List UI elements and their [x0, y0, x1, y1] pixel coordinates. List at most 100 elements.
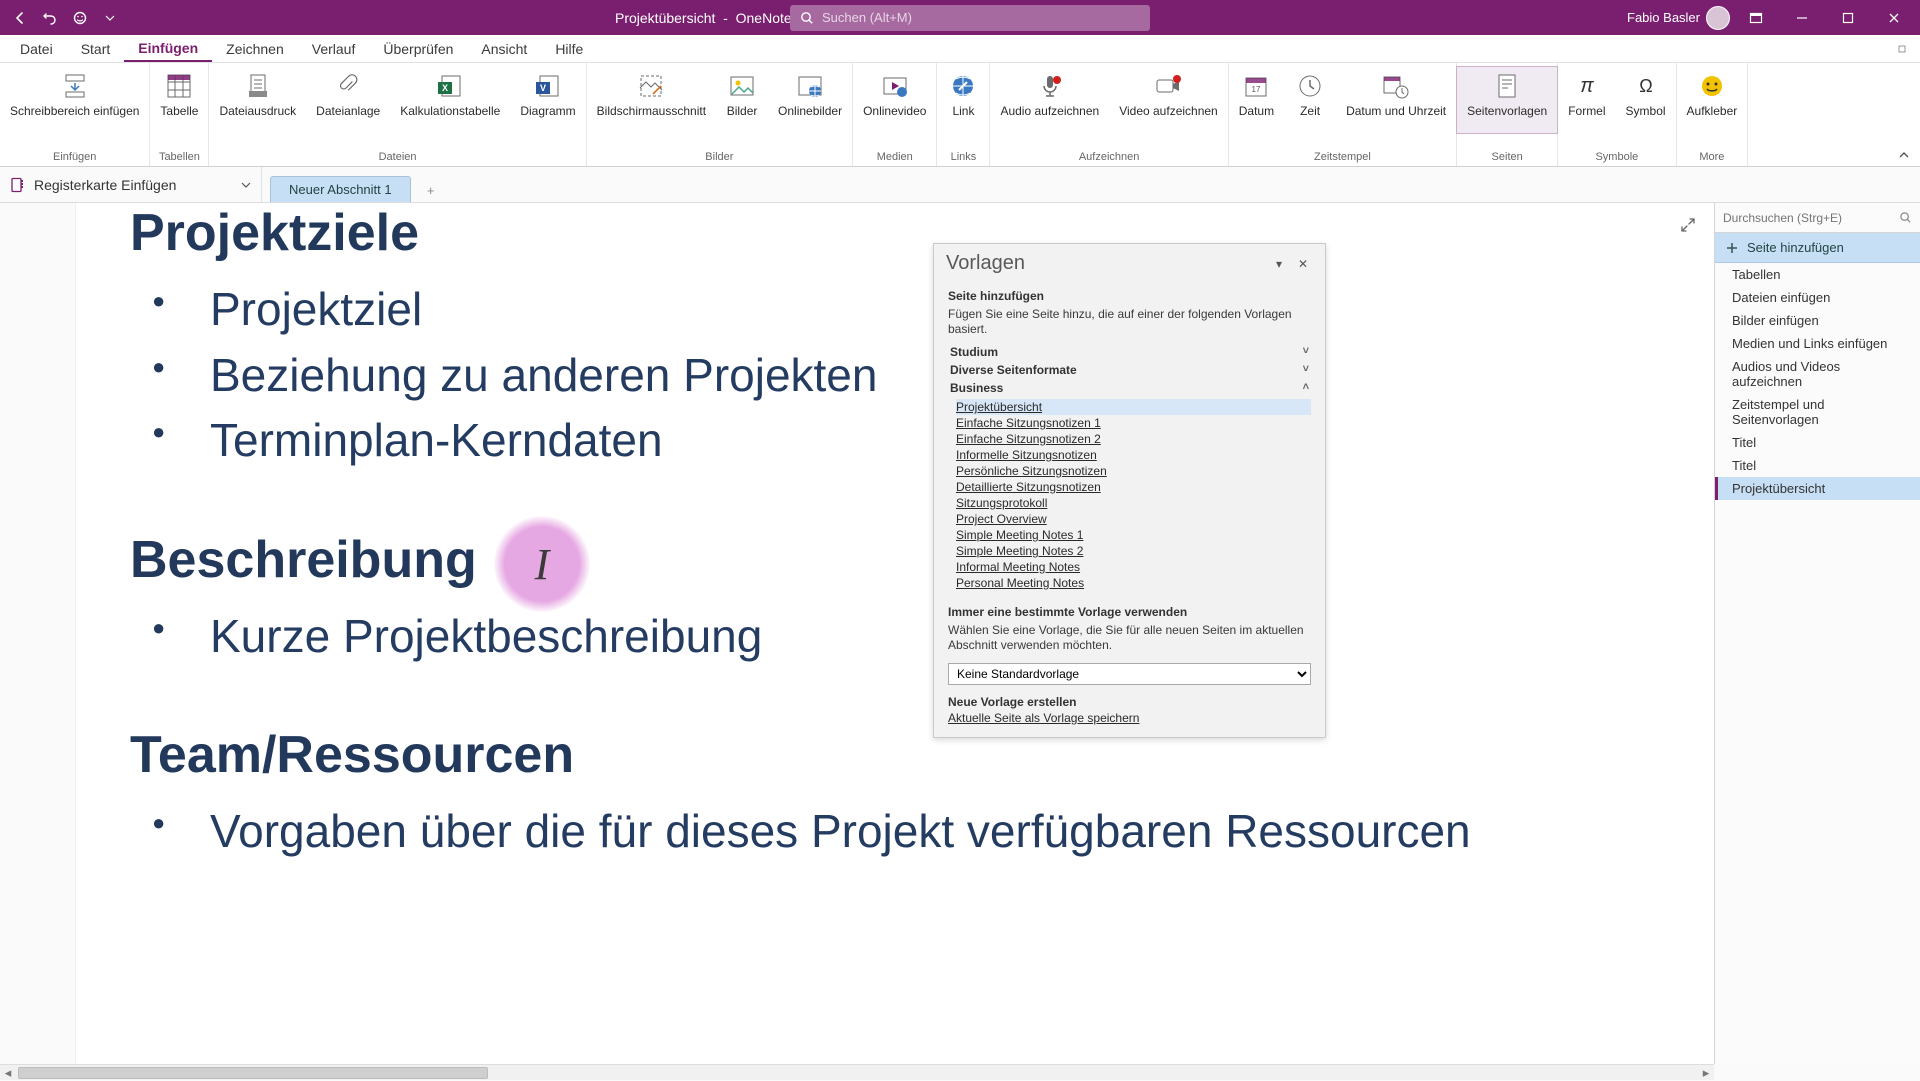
section-tabs: Neuer Abschnitt 1 +: [262, 167, 443, 202]
ribbon-btn-formel[interactable]: π Formel: [1558, 67, 1615, 133]
template-category[interactable]: Business˄: [948, 379, 1311, 397]
template-link[interactable]: Personal Meeting Notes: [956, 575, 1311, 591]
ribbon-group-label: Aufzeichnen: [1079, 149, 1140, 166]
ribbon-btn-dateianlage[interactable]: Dateianlage: [306, 67, 390, 133]
menu-item-ansicht[interactable]: Ansicht: [467, 35, 541, 62]
page-canvas[interactable]: Projektziele ProjektzielBeziehung zu and…: [0, 203, 1714, 1064]
ribbon-btn-audio-aufzeichnen[interactable]: Audio aufzeichnen: [990, 67, 1109, 133]
ribbon-collapse-button[interactable]: [1888, 63, 1920, 166]
search-box[interactable]: [790, 5, 1150, 31]
menu-item-überprüfen[interactable]: Überprüfen: [369, 35, 467, 62]
undo-button[interactable]: [36, 4, 64, 32]
list-item[interactable]: Vorgaben über die für dieses Projekt ver…: [210, 803, 1714, 861]
maximize-button[interactable]: [1828, 4, 1868, 32]
user-account[interactable]: Fabio Basler: [1627, 6, 1730, 30]
templates-close-button[interactable]: ✕: [1291, 257, 1315, 271]
page-list-item[interactable]: Dateien einfügen: [1715, 286, 1920, 309]
qat-customize[interactable]: [96, 4, 124, 32]
template-link[interactable]: Detaillierte Sitzungsnotizen: [956, 479, 1311, 495]
touch-mode-button[interactable]: [66, 4, 94, 32]
page-list-item[interactable]: Bilder einfügen: [1715, 309, 1920, 332]
template-category[interactable]: Diverse Seitenformate˅: [948, 361, 1311, 379]
section-tab[interactable]: Neuer Abschnitt 1: [270, 176, 411, 202]
add-page-label: Seite hinzufügen: [1747, 240, 1844, 255]
ribbon-btn-aufkleber[interactable]: Aufkleber: [1677, 67, 1748, 133]
link-icon: [949, 69, 977, 103]
page-body[interactable]: Projektziele ProjektzielBeziehung zu and…: [130, 203, 1714, 1064]
close-button[interactable]: [1874, 4, 1914, 32]
add-page-button[interactable]: Seite hinzufügen: [1715, 233, 1920, 263]
ribbon-group-label: Symbole: [1595, 149, 1638, 166]
ribbon-btn-onlinebilder[interactable]: Onlinebilder: [768, 67, 852, 133]
default-template-select[interactable]: Keine Standardvorlage: [948, 663, 1311, 685]
page-search[interactable]: [1715, 203, 1920, 233]
ribbon-btn-zeit[interactable]: Zeit: [1284, 67, 1336, 133]
ribbon-btn-tabelle[interactable]: Tabelle: [150, 67, 208, 133]
menu-item-hilfe[interactable]: Hilfe: [541, 35, 597, 62]
seitenvorlagen-icon: [1493, 69, 1521, 103]
template-link[interactable]: Project Overview: [956, 511, 1311, 527]
minimize-button[interactable]: [1782, 4, 1822, 32]
template-category[interactable]: Studium˅: [948, 343, 1311, 361]
ribbon-group-seiten: SeitenvorlagenSeiten: [1457, 63, 1558, 166]
ribbon-btn-symbol[interactable]: ΩSymbol: [1616, 67, 1676, 133]
template-link[interactable]: Persönliche Sitzungsnotizen: [956, 463, 1311, 479]
menu-item-einfügen[interactable]: Einfügen: [124, 35, 212, 62]
ribbon-btn-label: Datum und Uhrzeit: [1346, 105, 1446, 131]
ribbon-group-label: Dateien: [379, 149, 417, 166]
scroll-right-button[interactable]: ▸: [1698, 1065, 1714, 1081]
template-link[interactable]: Informelle Sitzungsnotizen: [956, 447, 1311, 463]
back-button[interactable]: [6, 4, 34, 32]
notebook-picker[interactable]: Registerkarte Einfügen: [0, 167, 262, 202]
page-list-item[interactable]: Audios und Videos aufzeichnen: [1715, 355, 1920, 393]
ribbon-btn-label: Tabelle: [160, 105, 198, 131]
ribbon-btn-label: Formel: [1568, 105, 1605, 131]
page-list-item[interactable]: Zeitstempel und Seitenvorlagen: [1715, 393, 1920, 431]
menu-item-datei[interactable]: Datei: [6, 35, 67, 62]
video-aufzeichnen-icon: [1154, 69, 1182, 103]
ribbon-btn-onlinevideo[interactable]: Onlinevideo: [853, 67, 936, 133]
templates-always-title: Immer eine bestimmte Vorlage verwenden: [948, 605, 1311, 619]
template-link[interactable]: Simple Meeting Notes 1: [956, 527, 1311, 543]
templates-pane: Vorlagen ▾ ✕ Seite hinzufügen Fügen Sie …: [933, 243, 1326, 738]
horizontal-scrollbar[interactable]: ◂ ▸: [0, 1064, 1714, 1080]
template-link[interactable]: Projektübersicht: [956, 399, 1311, 415]
ribbon-btn-bildschirmausschnitt[interactable]: Bildschirmausschnitt: [587, 67, 716, 133]
ribbon-btn-dateiausdruck[interactable]: Dateiausdruck: [209, 67, 306, 133]
scroll-left-button[interactable]: ◂: [0, 1065, 16, 1081]
page-list-item[interactable]: Titel: [1715, 454, 1920, 477]
page-list-item[interactable]: Titel: [1715, 431, 1920, 454]
page-list-item[interactable]: Tabellen: [1715, 263, 1920, 286]
template-link[interactable]: Informal Meeting Notes: [956, 559, 1311, 575]
ribbon-btn-datum[interactable]: 17Datum: [1229, 67, 1284, 133]
svg-text:π: π: [1580, 75, 1594, 97]
page-list-item[interactable]: Medien und Links einfügen: [1715, 332, 1920, 355]
page-search-input[interactable]: [1723, 211, 1893, 225]
page-list-item[interactable]: Projektübersicht: [1715, 477, 1920, 500]
template-link[interactable]: Einfache Sitzungsnotizen 2: [956, 431, 1311, 447]
save-as-template-link[interactable]: Aktuelle Seite als Vorlage speichern: [948, 711, 1139, 725]
ribbon-btn-seitenvorlagen[interactable]: Seitenvorlagen: [1457, 67, 1557, 133]
ribbon-btn-link[interactable]: Link: [937, 67, 989, 133]
scroll-thumb[interactable]: [18, 1067, 488, 1079]
search-input[interactable]: [822, 10, 1140, 25]
menu-item-verlauf[interactable]: Verlauf: [298, 35, 370, 62]
dateianlage-icon: [334, 69, 362, 103]
menu-item-zeichnen[interactable]: Zeichnen: [212, 35, 298, 62]
add-section-button[interactable]: +: [419, 178, 443, 202]
template-link[interactable]: Einfache Sitzungsnotizen 1: [956, 415, 1311, 431]
menu-item-start[interactable]: Start: [67, 35, 125, 62]
ribbon-btn-datum-und-uhrzeit[interactable]: Datum und Uhrzeit: [1336, 67, 1456, 133]
ribbon-btn-bilder[interactable]: Bilder: [716, 67, 768, 133]
share-button[interactable]: [1884, 35, 1920, 62]
chevron-down-icon: [241, 180, 251, 190]
ribbon-btn-kalkulationstabelle[interactable]: XKalkulationstabelle: [390, 67, 510, 133]
templates-menu-button[interactable]: ▾: [1267, 257, 1291, 271]
template-link[interactable]: Sitzungsprotokoll: [956, 495, 1311, 511]
ribbon-btn-schreibbereich-einfügen[interactable]: Schreibbereich einfügen: [0, 67, 149, 133]
ribbon-btn-video-aufzeichnen[interactable]: Video aufzeichnen: [1109, 67, 1228, 133]
template-link[interactable]: Simple Meeting Notes 2: [956, 543, 1311, 559]
dateiausdruck-icon: [244, 69, 272, 103]
ribbon-btn-diagramm[interactable]: VDiagramm: [510, 67, 585, 133]
ribbon-display-options[interactable]: [1736, 4, 1776, 32]
